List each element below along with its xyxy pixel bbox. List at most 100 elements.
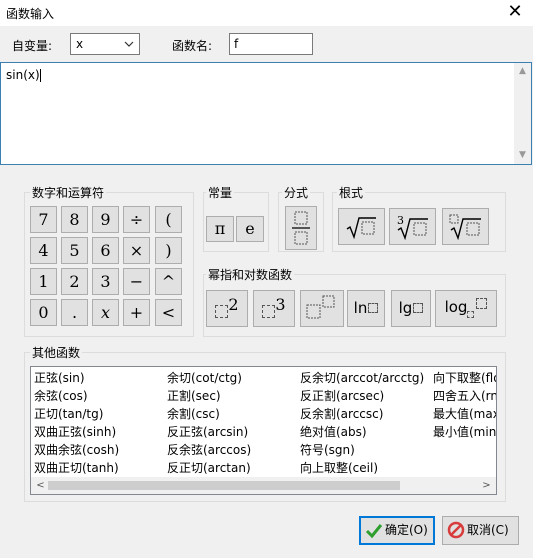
cube-button[interactable]: 3: [253, 290, 295, 327]
list-item[interactable]: 双曲正切(tanh): [34, 459, 119, 477]
function-name-value: f: [234, 37, 239, 51]
lg-button[interactable]: lg: [391, 290, 431, 327]
log-button[interactable]: log: [435, 290, 497, 327]
other-functions-group-title: 其他函数: [30, 344, 83, 361]
variable-label: 自变量:: [12, 39, 53, 53]
key-x[interactable]: x: [92, 299, 119, 326]
key-power[interactable]: ^: [155, 268, 182, 295]
list-item[interactable]: 符号(sgn): [300, 441, 424, 459]
function-column-3: 反余切(arccot/arcctg) 反正割(arcsec) 反余割(arccs…: [300, 369, 424, 477]
list-item[interactable]: 反正割(arcsec): [300, 387, 424, 405]
key-minus[interactable]: −: [123, 268, 150, 295]
placeholder-box: [476, 298, 488, 309]
close-icon[interactable]: ✕: [505, 2, 525, 22]
list-item[interactable]: 余割(csc): [167, 405, 251, 423]
key-7[interactable]: 7: [30, 206, 57, 233]
key-close-paren[interactable]: ): [155, 237, 182, 264]
function-input-dialog: 函数输入 ✕ 自变量: x 函数名: f sin(x) ▲ ▼ 数字和运算符 7…: [0, 0, 533, 558]
list-item[interactable]: 绝对值(abs): [300, 423, 424, 441]
editor-scrollbar[interactable]: ▲ ▼: [514, 63, 531, 164]
powers-group-title: 幂指和对数函数: [206, 266, 295, 283]
list-item[interactable]: 双曲余弦(cosh): [34, 441, 119, 459]
key-backspace[interactable]: <: [155, 299, 182, 326]
scroll-up-icon[interactable]: ▲: [514, 63, 531, 80]
list-item[interactable]: 余弦(cos): [34, 387, 119, 405]
cancel-icon: [447, 521, 465, 539]
key-4[interactable]: 4: [30, 237, 57, 264]
svg-text:3: 3: [397, 214, 404, 227]
placeholder-box: [262, 305, 276, 318]
variable-value: x: [76, 37, 84, 51]
constants-group-title: 常量: [206, 184, 235, 201]
key-open-paren[interactable]: (: [155, 206, 182, 233]
list-item[interactable]: 四舍五入(rn: [433, 387, 496, 405]
fraction-group-title: 分式: [282, 184, 311, 201]
expression-editor[interactable]: sin(x) ▲ ▼: [0, 62, 532, 165]
list-item[interactable]: 向下取整(flo: [433, 369, 496, 387]
roots-group-title: 根式: [337, 184, 366, 201]
nth-root-icon: [449, 214, 481, 241]
cube-root-icon: 3: [397, 214, 428, 241]
fraction-icon: [292, 211, 310, 245]
list-item[interactable]: 反余弦(arccos): [167, 441, 251, 459]
placeholder-box: [368, 303, 379, 313]
key-9[interactable]: 9: [92, 206, 119, 233]
function-name-input[interactable]: f: [229, 33, 313, 55]
window-title: 函数输入: [6, 7, 55, 21]
ok-button[interactable]: 确定(O): [359, 516, 435, 545]
list-item[interactable]: 反余切(arccot/arcctg): [300, 369, 424, 387]
nth-root-button[interactable]: [442, 208, 489, 245]
function-column-2: 余切(cot/ctg) 正割(sec) 余割(csc) 反正弦(arcsin) …: [167, 369, 251, 477]
list-item[interactable]: 反正弦(arcsin): [167, 423, 251, 441]
list-item[interactable]: 余切(cot/ctg): [167, 369, 251, 387]
list-item[interactable]: 反余割(arccsc): [300, 405, 424, 423]
scroll-down-icon[interactable]: ▼: [514, 147, 531, 164]
key-decimal[interactable]: .: [61, 299, 88, 326]
key-divide[interactable]: ÷: [123, 206, 150, 233]
square-root-icon: [346, 217, 376, 240]
key-5[interactable]: 5: [61, 237, 88, 264]
cube-root-button[interactable]: 3: [389, 208, 436, 245]
key-1[interactable]: 1: [30, 268, 57, 295]
ln-button[interactable]: ln: [347, 290, 385, 327]
ok-label: 确定(O): [385, 523, 428, 537]
list-item[interactable]: 最大值(max: [433, 405, 496, 423]
key-6[interactable]: 6: [92, 237, 119, 264]
cancel-button[interactable]: 取消(C): [442, 516, 519, 545]
power-button[interactable]: [300, 290, 344, 327]
constant-e[interactable]: e: [236, 216, 264, 242]
key-2[interactable]: 2: [61, 268, 88, 295]
list-item[interactable]: 最小值(min): [433, 423, 496, 441]
scrollbar-thumb[interactable]: [48, 481, 400, 490]
list-item[interactable]: 反正切(arctan): [167, 459, 251, 477]
list-item[interactable]: 双曲正弦(sinh): [34, 423, 119, 441]
list-item[interactable]: 向上取整(ceil): [300, 459, 424, 477]
checkmark-icon: [365, 524, 383, 539]
key-3[interactable]: 3: [92, 268, 119, 295]
fraction-button[interactable]: [285, 206, 317, 250]
list-item[interactable]: 正切(tan/tg): [34, 405, 119, 423]
placeholder-box: [467, 311, 475, 318]
scroll-left-icon[interactable]: <: [33, 477, 48, 494]
key-0[interactable]: 0: [30, 299, 57, 326]
key-multiply[interactable]: ×: [123, 237, 150, 264]
constant-pi[interactable]: π: [206, 216, 234, 242]
list-item[interactable]: 正弦(sin): [34, 369, 119, 387]
expression-text: sin(x): [6, 68, 41, 82]
cancel-label: 取消(C): [467, 523, 509, 537]
placeholder-box: [215, 305, 229, 318]
power-icon: [306, 295, 335, 319]
variable-select[interactable]: x: [70, 33, 140, 55]
scroll-right-icon[interactable]: >: [479, 477, 494, 494]
placeholder-box: [413, 303, 424, 313]
list-horizontal-scrollbar[interactable]: < >: [31, 477, 496, 494]
numbers-group-title: 数字和运算符: [30, 184, 107, 201]
title-bar: 函数输入 ✕: [0, 0, 533, 26]
sqrt-button[interactable]: [338, 208, 385, 245]
function-name-label: 函数名:: [172, 39, 213, 53]
list-item[interactable]: 正割(sec): [167, 387, 251, 405]
function-list[interactable]: 正弦(sin) 余弦(cos) 正切(tan/tg) 双曲正弦(sinh) 双曲…: [30, 366, 497, 495]
key-plus[interactable]: +: [123, 299, 150, 326]
key-8[interactable]: 8: [61, 206, 88, 233]
square-button[interactable]: 2: [206, 290, 248, 327]
